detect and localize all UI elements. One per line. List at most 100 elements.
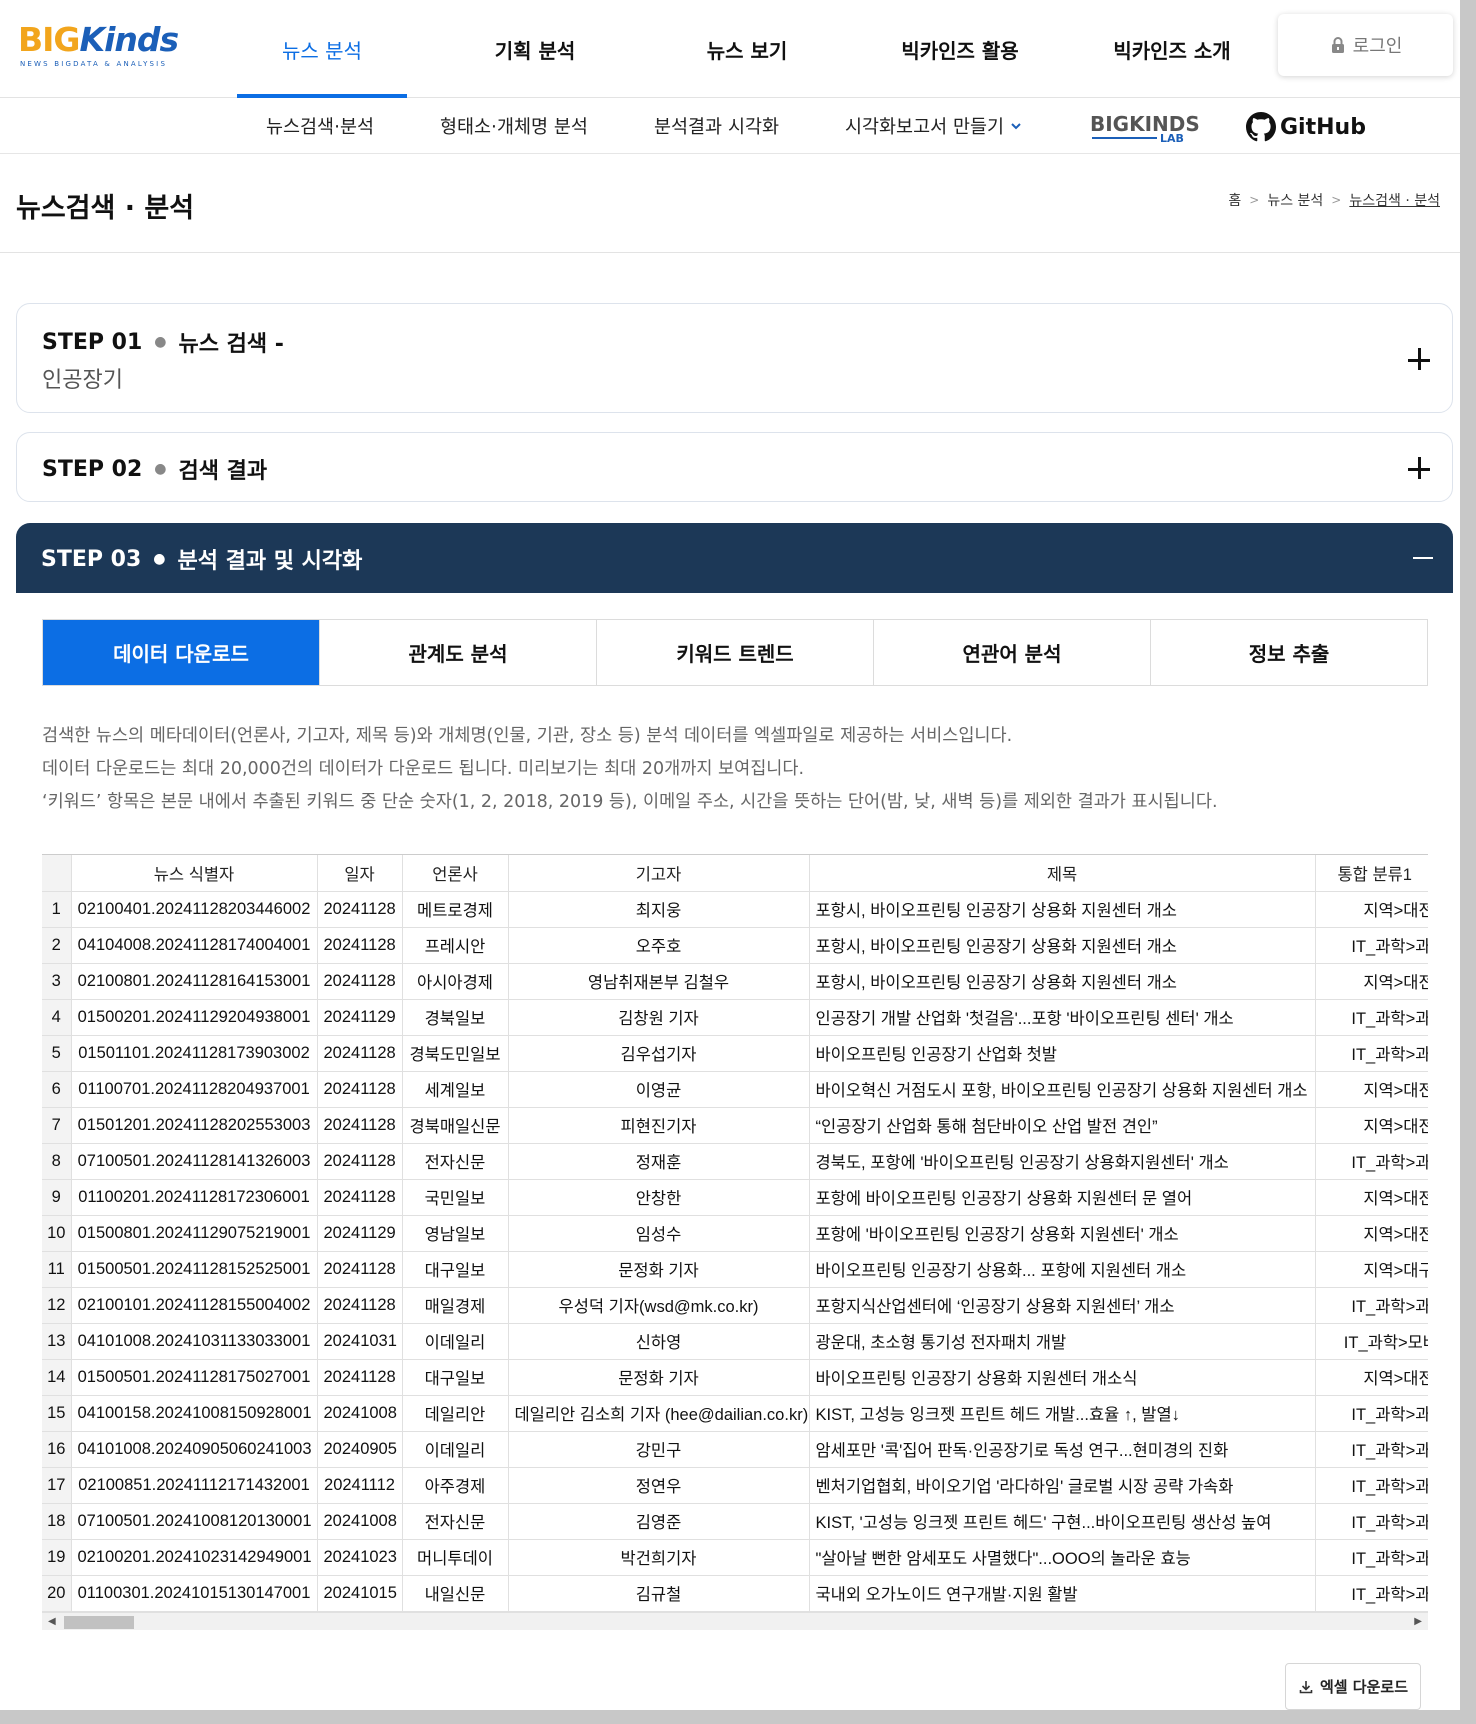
breadcrumb-news-analysis[interactable]: 뉴스 분석 (1267, 190, 1323, 210)
cell-title: 포항에 바이오프린팅 인공장기 상용화 지원센터 문 열어 (809, 1179, 1316, 1216)
logo-wordmark: BIGKinds (18, 20, 179, 59)
col-header-title: 제목 (809, 855, 1316, 892)
cell-title: 바이오혁신 거점도시 포항, 바이오프린팅 인공장기 상용화 지원센터 개소 (809, 1071, 1316, 1108)
subnav-visual-report[interactable]: 시각화보고서 만들기 (845, 98, 1023, 154)
cell-news-id: 02100851.20241112171432001 (71, 1467, 318, 1504)
table-row[interactable]: 8 07100501.20241128141326003 20241128 전자신문 정… (42, 1143, 1428, 1180)
nav-news-view[interactable]: 뉴스 보기 (662, 0, 832, 98)
cell-date: 20241128 (317, 1287, 403, 1324)
step-03-heading: STEP 03 ● 분석 결과 및 시각화 (41, 543, 362, 575)
plus-icon[interactable] (1408, 348, 1432, 372)
bigkinds-lab-logo[interactable]: BIGKINDS LAB (1090, 112, 1200, 145)
cell-date: 20241128 (317, 1035, 403, 1072)
cell-news-id: 07100501.20241128141326003 (71, 1143, 318, 1180)
step-03-title: 분석 결과 및 시각화 (177, 549, 363, 574)
table-row[interactable]: 4 01500201.20241129204938001 20241129 경북일보 김… (42, 999, 1428, 1036)
cell-category: 지역>대전 (1315, 1071, 1428, 1108)
table-row[interactable]: 14 01500501.20241128175027001 20241128 대구일보… (42, 1359, 1428, 1396)
download-description: 검색한 뉴스의 메타데이터(언론사, 기고자, 제목 등)와 개체명(인물, 기… (42, 720, 1218, 819)
cell-news-id: 01500501.20241128175027001 (71, 1359, 318, 1396)
step-01-number: STEP 01 (42, 329, 143, 355)
step-01-title: 뉴스 검색 - (178, 332, 284, 357)
table-row[interactable]: 12 02100101.20241128155004002 20241128 매일경제… (42, 1287, 1428, 1324)
cell-date: 20241129 (317, 1215, 403, 1252)
table-row[interactable]: 6 01100701.20241128204937001 20241128 세계일보 이… (42, 1071, 1428, 1108)
tab-related-words[interactable]: 연관어 분석 (873, 620, 1150, 685)
table-row[interactable]: 20 01100301.20241015130147001 20241015 내일신문… (42, 1575, 1428, 1612)
nav-bigkinds-usage[interactable]: 빅카인즈 활용 (875, 0, 1045, 98)
cell-news-id: 01500501.20241128152525001 (71, 1251, 318, 1288)
scrollbar-thumb[interactable] (64, 1616, 134, 1629)
excel-download-button[interactable]: 엑셀 다운로드 (1285, 1663, 1421, 1710)
chevron-down-icon (1011, 123, 1021, 130)
tab-keyword-trend[interactable]: 키워드 트렌드 (596, 620, 873, 685)
table-row[interactable]: 11 01500501.20241128152525001 20241128 대구일보… (42, 1251, 1428, 1288)
cell-news-id: 02100201.20241023142949001 (71, 1539, 318, 1576)
cell-date: 20241128 (317, 1179, 403, 1216)
table-row[interactable]: 2 04104008.20241128174004001 20241128 프레시안 오… (42, 927, 1428, 964)
cell-category: 지역>대전 (1315, 1359, 1428, 1396)
subnav-morpheme-entity-analysis[interactable]: 형태소·개체명 분석 (440, 98, 588, 154)
bigkinds-logo[interactable]: BIGKinds NEWS BIGDATA & ANALYSIS (18, 20, 179, 70)
step-02-panel[interactable]: STEP 02 ● 검색 결과 (16, 432, 1453, 502)
table-row[interactable]: 17 02100851.20241112171432001 20241112 아주경제… (42, 1467, 1428, 1504)
cell-category: 지역>대전 (1315, 1215, 1428, 1252)
cell-publisher: 아시아경제 (402, 963, 509, 1000)
horizontal-scrollbar[interactable]: ◀ ▶ (42, 1612, 1428, 1630)
nav-planning-analysis[interactable]: 기획 분석 (450, 0, 620, 98)
cell-category: IT_과학>과학 (1315, 1467, 1428, 1504)
tab-data-download[interactable]: 데이터 다운로드 (43, 620, 319, 685)
preview-table-container[interactable]: 뉴스 식별자 일자 언론사 기고자 제목 통합 분류1 1 02100401.20… (42, 854, 1428, 1612)
row-index: 17 (42, 1467, 72, 1504)
chevron-right-icon: > (1331, 193, 1342, 207)
cell-publisher: 메트로경제 (402, 891, 509, 928)
tab-relationship-analysis[interactable]: 관계도 분석 (319, 620, 596, 685)
login-button[interactable]: 로그인 (1278, 14, 1453, 76)
table-row[interactable]: 10 01500801.20241129075219001 20241129 영남일보… (42, 1215, 1428, 1252)
cell-publisher: 대구일보 (402, 1251, 509, 1288)
breadcrumb-current[interactable]: 뉴스검색 · 분석 (1349, 190, 1440, 210)
table-row[interactable]: 13 04101008.20241031133033001 20241031 이데일리… (42, 1323, 1428, 1360)
subnav-news-search-analysis[interactable]: 뉴스검색·분석 (266, 98, 374, 154)
scroll-left-icon[interactable]: ◀ (48, 1616, 56, 1627)
cell-category: IT_과학>과학 (1315, 927, 1428, 964)
row-index: 14 (42, 1359, 72, 1396)
table-row[interactable]: 15 04100158.20241008150928001 20241008 데일리안… (42, 1395, 1428, 1432)
cell-news-id: 01501201.20241128202553003 (71, 1107, 318, 1144)
table-row[interactable]: 3 02100801.20241128164153001 20241128 아시아경제… (42, 963, 1428, 1000)
nav-news-analysis[interactable]: 뉴스 분석 (237, 0, 407, 98)
preview-table: 뉴스 식별자 일자 언론사 기고자 제목 통합 분류1 1 02100401.20… (42, 855, 1428, 1612)
row-index: 12 (42, 1287, 72, 1324)
table-row[interactable]: 16 04101008.20240905060241003 20240905 이데일리… (42, 1431, 1428, 1468)
cell-title: 바이오프린팅 인공장기 산업화 첫발 (809, 1035, 1316, 1072)
minus-icon[interactable] (1413, 557, 1433, 559)
table-row[interactable]: 19 02100201.20241023142949001 20241023 머니투데… (42, 1539, 1428, 1576)
cell-writer: 최지웅 (508, 891, 810, 928)
nav-bigkinds-about[interactable]: 빅카인즈 소개 (1087, 0, 1257, 98)
cell-news-id: 04104008.20241128174004001 (71, 927, 318, 964)
cell-title: 포항시, 바이오프린팅 인공장기 상용화 지원센터 개소 (809, 963, 1316, 1000)
scroll-right-icon[interactable]: ▶ (1414, 1616, 1422, 1627)
breadcrumb-home[interactable]: 홈 (1228, 190, 1241, 210)
table-row[interactable]: 7 01501201.20241128202553003 20241128 경북매일신… (42, 1107, 1428, 1144)
step-01-panel[interactable]: STEP 01 ● 뉴스 검색 - 인공장기 (16, 303, 1453, 413)
table-row[interactable]: 1 02100401.20241128203446002 20241128 메트로경제… (42, 891, 1428, 928)
step-03-header[interactable]: STEP 03 ● 분석 결과 및 시각화 (16, 523, 1453, 593)
row-index: 8 (42, 1143, 72, 1180)
cell-writer: 우성덕 기자(wsd@mk.co.kr) (508, 1287, 810, 1324)
row-index: 18 (42, 1503, 72, 1540)
cell-category: 지역>대전 (1315, 963, 1428, 1000)
github-link[interactable]: GitHub (1246, 110, 1366, 144)
col-header-category: 통합 분류1 (1315, 855, 1428, 892)
cell-date: 20241129 (317, 999, 403, 1036)
table-row[interactable]: 9 01100201.20241128172306001 20241128 국민일보 안… (42, 1179, 1428, 1216)
subnav-result-visualization[interactable]: 분석결과 시각화 (654, 98, 779, 154)
cell-news-id: 01100701.20241128204937001 (71, 1071, 318, 1108)
plus-icon[interactable] (1408, 457, 1432, 481)
cell-publisher: 전자신문 (402, 1503, 509, 1540)
table-row[interactable]: 5 01501101.20241128173903002 20241128 경북도민일… (42, 1035, 1428, 1072)
tab-info-extraction[interactable]: 정보 추출 (1150, 620, 1427, 685)
row-index: 19 (42, 1539, 72, 1576)
lab-logo-underline (1092, 137, 1157, 139)
table-row[interactable]: 18 07100501.20241008120130001 20241008 전자신문… (42, 1503, 1428, 1540)
